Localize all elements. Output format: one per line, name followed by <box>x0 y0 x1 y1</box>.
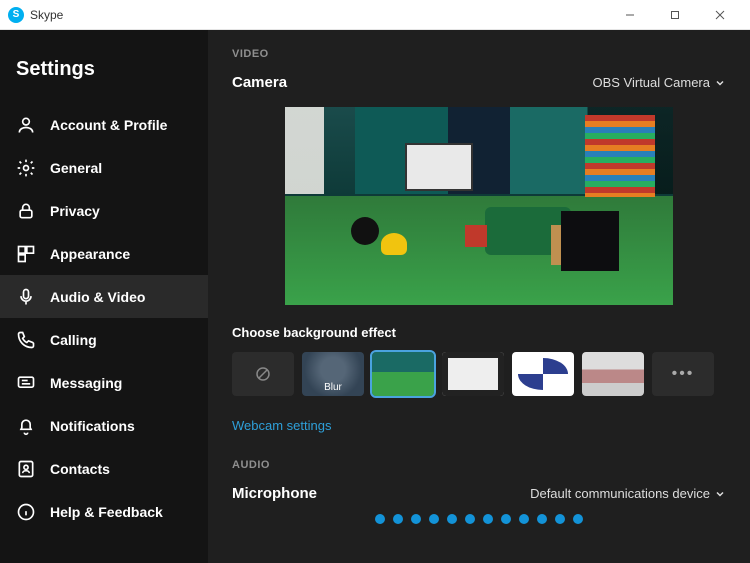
lock-icon <box>16 201 36 221</box>
camera-dropdown[interactable]: OBS Virtual Camera <box>592 75 726 90</box>
none-icon <box>254 365 272 383</box>
phone-icon <box>16 330 36 350</box>
sidebar-item-label: Help & Feedback <box>50 504 163 520</box>
level-dot <box>501 514 511 524</box>
level-dot <box>573 514 583 524</box>
settings-heading: Settings <box>0 30 208 103</box>
level-dot <box>519 514 529 524</box>
level-dot <box>483 514 493 524</box>
gear-icon <box>16 158 36 178</box>
sidebar-item-label: Audio & Video <box>50 289 145 305</box>
app-title: Skype <box>30 8 63 22</box>
sidebar-item-account-profile[interactable]: Account & Profile <box>0 103 208 146</box>
video-section-label: VIDEO <box>232 48 726 60</box>
bell-icon <box>16 416 36 436</box>
sidebar-item-label: Notifications <box>50 418 135 434</box>
sidebar-item-help-feedback[interactable]: Help & Feedback <box>0 490 208 533</box>
settings-content: VIDEO Camera OBS Virtual Camera Choose b… <box>208 30 750 563</box>
minimize-button[interactable] <box>607 0 652 30</box>
level-dot <box>429 514 439 524</box>
microphone-level-meter <box>232 514 726 524</box>
microphone-label: Microphone <box>232 485 317 502</box>
skype-logo-icon: S <box>8 7 24 23</box>
camera-label: Camera <box>232 74 287 91</box>
sidebar-item-contacts[interactable]: Contacts <box>0 447 208 490</box>
effect-bg-2[interactable] <box>442 352 504 396</box>
sidebar-item-label: Calling <box>50 332 97 348</box>
settings-sidebar: Settings Account & Profile General Priva… <box>0 30 208 563</box>
effect-none[interactable] <box>232 352 294 396</box>
sidebar-item-label: Contacts <box>50 461 110 477</box>
sidebar-item-label: Messaging <box>50 375 122 391</box>
background-effects-row: Blur ••• <box>232 352 726 396</box>
level-dot <box>537 514 547 524</box>
sidebar-item-label: Privacy <box>50 203 100 219</box>
sidebar-item-label: Account & Profile <box>50 117 167 133</box>
camera-preview <box>285 107 673 305</box>
message-icon <box>16 373 36 393</box>
effect-bg-4[interactable] <box>582 352 644 396</box>
titlebar: S Skype <box>0 0 750 30</box>
level-dot <box>555 514 565 524</box>
maximize-button[interactable] <box>652 0 697 30</box>
sidebar-item-label: Appearance <box>50 246 130 262</box>
sidebar-item-appearance[interactable]: Appearance <box>0 232 208 275</box>
effect-bg-3[interactable] <box>512 352 574 396</box>
contacts-icon <box>16 459 36 479</box>
effect-more-button[interactable]: ••• <box>652 352 714 396</box>
sidebar-item-audio-video[interactable]: Audio & Video <box>0 275 208 318</box>
microphone-dropdown[interactable]: Default communications device <box>530 486 726 501</box>
sidebar-item-notifications[interactable]: Notifications <box>0 404 208 447</box>
level-dot <box>393 514 403 524</box>
sidebar-item-label: General <box>50 160 102 176</box>
chevron-down-icon <box>714 77 726 89</box>
sidebar-item-privacy[interactable]: Privacy <box>0 189 208 232</box>
appearance-icon <box>16 244 36 264</box>
effect-blur-label: Blur <box>302 382 364 393</box>
effect-blur[interactable]: Blur <box>302 352 364 396</box>
close-button[interactable] <box>697 0 742 30</box>
camera-selected-value: OBS Virtual Camera <box>592 75 710 90</box>
level-dot <box>411 514 421 524</box>
level-dot <box>375 514 385 524</box>
level-dot <box>465 514 475 524</box>
sidebar-item-general[interactable]: General <box>0 146 208 189</box>
info-icon <box>16 502 36 522</box>
background-effect-label: Choose background effect <box>232 325 726 340</box>
microphone-icon <box>16 287 36 307</box>
person-icon <box>16 115 36 135</box>
microphone-selected-value: Default communications device <box>530 486 710 501</box>
more-icon: ••• <box>672 365 695 383</box>
sidebar-item-messaging[interactable]: Messaging <box>0 361 208 404</box>
effect-bg-1[interactable] <box>372 352 434 396</box>
sidebar-item-calling[interactable]: Calling <box>0 318 208 361</box>
chevron-down-icon <box>714 488 726 500</box>
audio-section-label: AUDIO <box>232 459 726 471</box>
webcam-settings-link[interactable]: Webcam settings <box>232 418 331 433</box>
level-dot <box>447 514 457 524</box>
